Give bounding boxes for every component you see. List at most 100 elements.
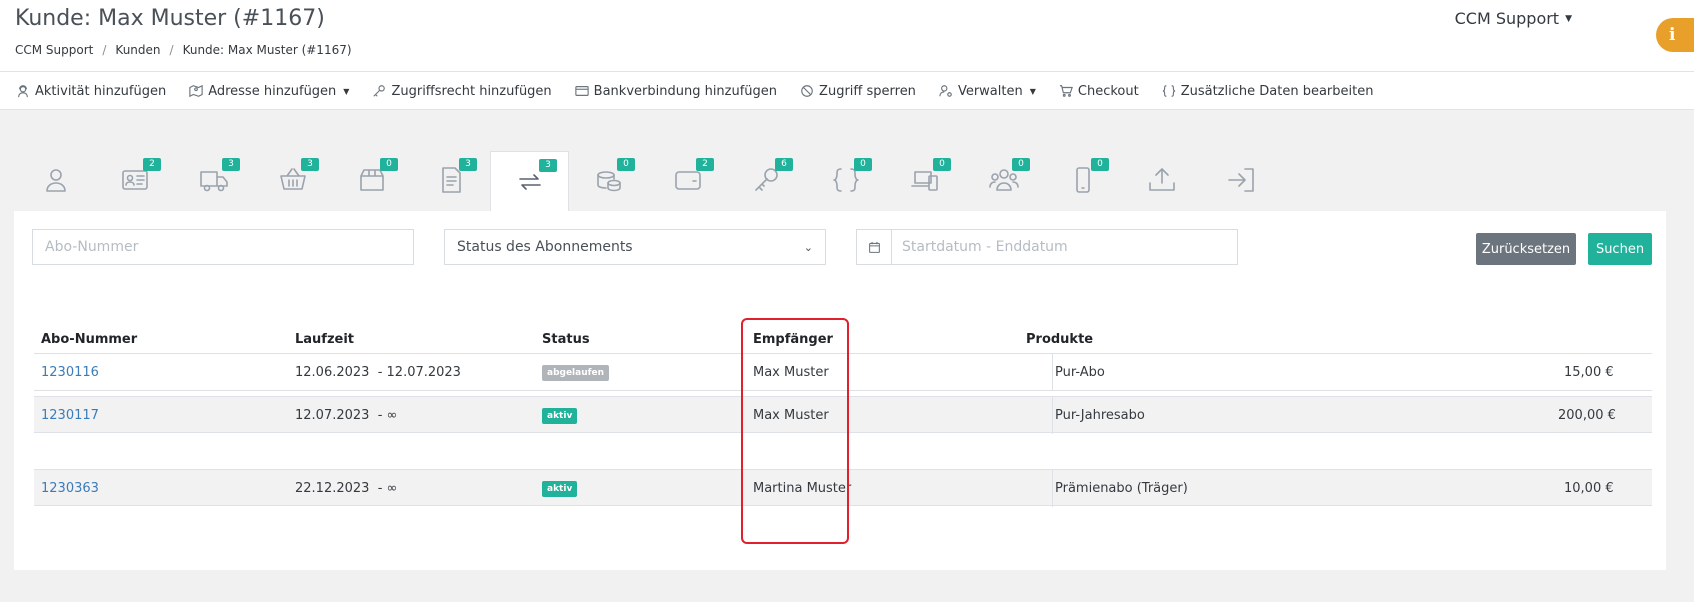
table-row: 1230116 12.06.2023 - 12.07.2023 abgelauf… <box>34 354 1652 391</box>
map-icon <box>189 84 203 98</box>
add-bank-account-button[interactable]: Bankverbindung hinzufügen <box>574 83 778 99</box>
breadcrumb-separator: / <box>102 43 107 57</box>
tab-count-badge: 2 <box>696 158 714 171</box>
user-icon <box>45 168 66 192</box>
abo-number-link[interactable]: 1230363 <box>41 470 99 507</box>
status-badge: abgelaufen <box>542 364 610 381</box>
status-cell: aktiv <box>542 470 578 507</box>
tab-additional-data[interactable]: 0 <box>806 151 885 208</box>
date-range-input[interactable]: Startdatum - Enddatum <box>856 229 1238 265</box>
block-access-button[interactable]: Zugriff sperren <box>800 84 916 99</box>
product-cell: Pur-Abo <box>1055 365 1105 380</box>
chevron-down-icon: ⌄ <box>803 240 813 254</box>
info-icon[interactable]: i <box>1656 18 1694 52</box>
user-cog-icon <box>939 85 952 97</box>
add-access-right-button[interactable]: Zugriffsrecht hinzufügen <box>372 84 552 99</box>
add-bank-account-label: Bankverbindung hinzufügen <box>593 83 778 99</box>
divider <box>1052 470 1053 507</box>
duration-cell: 12.06.2023 - 12.07.2023 <box>295 365 461 380</box>
sign-in-icon <box>1227 167 1254 192</box>
status-badge: aktiv <box>542 480 578 497</box>
recipient-cell: Max Muster <box>753 408 829 423</box>
column-header-duration: Laufzeit <box>295 332 355 347</box>
tab-mobile[interactable]: 0 <box>1043 151 1122 208</box>
product-cell: Prämienabo (Träger) <box>1055 481 1188 496</box>
tab-packages[interactable]: 0 <box>332 151 411 208</box>
add-activity-button[interactable]: Aktivität hinzufügen <box>16 84 166 99</box>
tab-count-badge: 0 <box>1012 158 1030 171</box>
search-button[interactable]: Suchen <box>1588 233 1652 265</box>
tab-count-badge: 2 <box>143 158 161 171</box>
block-access-label: Zugriff sperren <box>819 83 916 99</box>
tab-payments[interactable]: 0 <box>569 151 648 208</box>
manage-dropdown[interactable]: Verwalten ▼ <box>939 84 1036 99</box>
card-icon <box>574 86 589 96</box>
add-address-button[interactable]: Adresse hinzufügen ▼ <box>189 84 349 99</box>
price-cell: 15,00 € <box>1564 365 1614 380</box>
abo-number-link[interactable]: 1230116 <box>41 354 99 391</box>
status-cell: aktiv <box>542 397 578 434</box>
tab-access-rights[interactable]: 6 <box>727 151 806 208</box>
tab-login[interactable] <box>1201 151 1280 208</box>
customer-tabs: 2 3 3 0 3 3 0 2 6 0 0 0 0 <box>16 151 1280 211</box>
tab-contacts[interactable]: 0 <box>964 151 1043 208</box>
user-menu[interactable]: CCM Support ▼ <box>1455 9 1572 28</box>
tab-devices[interactable]: 0 <box>885 151 964 208</box>
subscriptions-table: Abo-Nummer Laufzeit Status Empfänger Pro… <box>14 304 1666 570</box>
reset-button[interactable]: Zurücksetzen <box>1476 233 1576 265</box>
price-cell: 200,00 € <box>1558 408 1616 423</box>
key-icon <box>373 85 386 97</box>
duration-cell: 22.12.2023 - ∞ <box>295 481 398 496</box>
column-header-abo-number: Abo-Nummer <box>41 332 138 347</box>
checkout-button[interactable]: Checkout <box>1059 84 1139 99</box>
tab-upload[interactable] <box>1122 151 1201 208</box>
add-address-label: Adresse hinzufügen <box>208 83 337 99</box>
tab-invoices[interactable]: 3 <box>411 151 490 208</box>
tab-subscriptions[interactable]: 3 <box>490 151 569 211</box>
tab-deliveries[interactable]: 3 <box>174 151 253 208</box>
price-cell: 10,00 € <box>1564 481 1614 496</box>
user-headset-icon <box>18 85 28 98</box>
add-activity-label: Aktivität hinzufügen <box>35 83 167 99</box>
tab-count-badge: 3 <box>539 159 557 172</box>
tab-count-badge: 3 <box>459 158 477 171</box>
tab-count-badge: 0 <box>1091 158 1109 171</box>
calendar-addon <box>857 230 892 264</box>
tab-orders[interactable]: 3 <box>253 151 332 208</box>
table-row: 1230117 12.07.2023 - ∞ aktiv Max Muster … <box>34 396 1652 434</box>
breadcrumb-item-ccm-support[interactable]: CCM Support <box>15 43 93 57</box>
status-cell: abgelaufen <box>542 354 610 391</box>
column-header-status: Status <box>542 332 590 347</box>
table-row: 1230363 22.12.2023 - ∞ aktiv Martina Mus… <box>34 469 1652 507</box>
duration-cell: 12.07.2023 - ∞ <box>295 408 398 423</box>
ban-icon <box>801 85 813 97</box>
tab-count-badge: 0 <box>854 158 872 171</box>
edit-additional-data-label: Zusätzliche Daten bearbeiten <box>1180 83 1374 99</box>
user-menu-label: CCM Support <box>1454 9 1560 28</box>
tab-count-badge: 3 <box>301 158 319 171</box>
column-header-products: Produkte <box>1026 332 1094 347</box>
product-cell: Pur-Jahresabo <box>1055 408 1145 423</box>
page-title: Kunde: Max Muster (#1167) <box>15 6 325 31</box>
tab-profile[interactable] <box>16 151 95 208</box>
caret-down-icon: ▼ <box>1565 13 1572 24</box>
breadcrumb-item-kunden[interactable]: Kunden <box>115 43 160 57</box>
column-header-recipient: Empfänger <box>753 332 833 347</box>
abo-number-input[interactable]: Abo-Nummer <box>32 229 414 265</box>
subscription-status-select[interactable]: Status des Abonnements ⌄ <box>444 229 826 265</box>
edit-additional-data-button[interactable]: Zusätzliche Daten bearbeiten <box>1162 83 1374 99</box>
status-badge: aktiv <box>542 407 578 424</box>
tab-count-badge: 6 <box>775 158 793 171</box>
breadcrumb: CCM Support / Kunden / Kunde: Max Muster… <box>15 43 352 57</box>
cart-icon <box>1059 85 1073 97</box>
date-range-placeholder: Startdatum - Enddatum <box>902 239 1068 255</box>
abo-number-link[interactable]: 1230117 <box>41 397 99 434</box>
divider <box>0 71 1694 72</box>
tab-wallet[interactable]: 2 <box>648 151 727 208</box>
tab-contact[interactable]: 2 <box>95 151 174 208</box>
upload-icon <box>1148 167 1175 191</box>
caret-down-icon: ▼ <box>1029 86 1036 96</box>
divider <box>1052 354 1053 391</box>
caret-down-icon: ▼ <box>343 86 350 96</box>
breadcrumb-item-current: Kunde: Max Muster (#1167) <box>182 43 352 57</box>
